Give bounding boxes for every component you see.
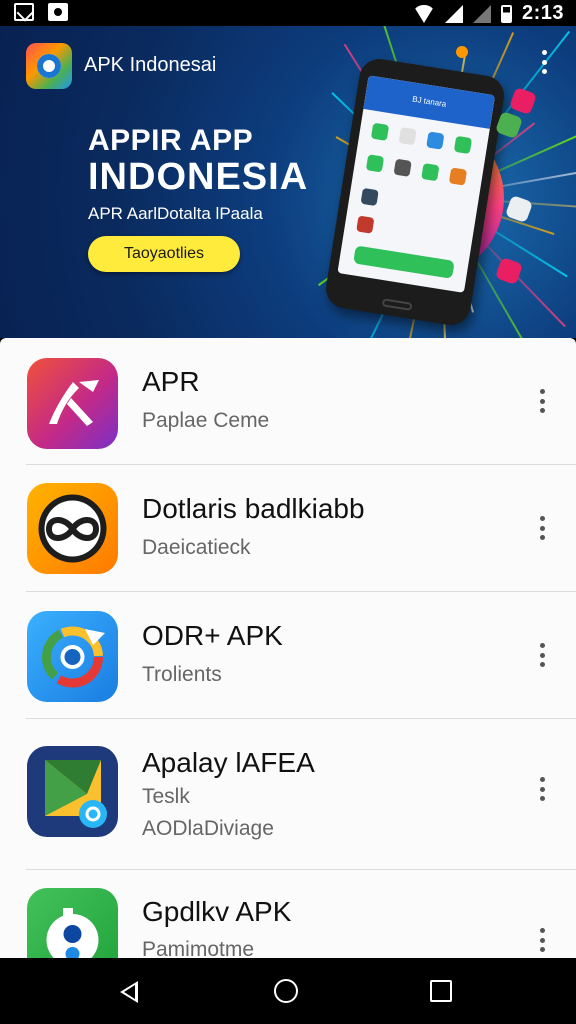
more-options-icon[interactable] (540, 389, 546, 413)
battery-icon (500, 4, 512, 23)
status-bar: 2:13 (0, 0, 576, 26)
app-title: ODR+ APK (142, 620, 283, 651)
list-item[interactable]: APR Paplae Ceme (0, 338, 576, 465)
navigation-bar (0, 958, 576, 1024)
mini-app-icon (426, 131, 445, 150)
app-list: APR Paplae Ceme Dotlaris badlkiabb Daeic… (0, 338, 576, 958)
app-subtitle-secondary: AODlaDiviage (142, 817, 274, 840)
green-app-icon (27, 888, 118, 958)
app-name: APK Indonesai (84, 54, 217, 76)
app-subtitle: Teslk (142, 785, 190, 808)
floating-app-icon (508, 86, 538, 116)
play-store-app-icon (27, 746, 118, 837)
mini-app-icon (448, 167, 468, 186)
notification-icon (14, 3, 34, 21)
banner-headline-line2: INDONESIA (88, 156, 309, 198)
list-item[interactable]: ODR+ APK Trolients (0, 592, 576, 719)
sparkle-icon (454, 44, 470, 60)
recents-icon[interactable] (430, 980, 452, 1002)
overflow-menu-icon[interactable] (542, 50, 548, 74)
app-logo-icon (26, 43, 72, 89)
phone-screen-title: BJ tanara (363, 75, 496, 129)
list-item[interactable]: Gpdlkv APK Pamimotme (0, 870, 576, 958)
signal-icon (444, 4, 463, 23)
phone-home-button (381, 298, 413, 311)
list-item[interactable]: Dotlaris badlkiabb Daeicatieck (0, 465, 576, 592)
signal-icon (472, 4, 491, 23)
app-subtitle: Paplae Ceme (142, 409, 270, 432)
infinity-app-icon (27, 483, 118, 574)
phone-app-icon (27, 358, 118, 449)
banner-subtitle: APR AarlDotalta lPaala (88, 204, 263, 223)
mini-app-icon (360, 187, 379, 207)
app-title: Apalay lAFEA (142, 747, 315, 778)
phone-screen: BJ tanara (337, 75, 496, 293)
home-icon[interactable] (274, 979, 298, 1003)
mini-app-icon (365, 154, 385, 173)
back-icon[interactable] (120, 981, 138, 1003)
more-options-icon[interactable] (540, 516, 546, 540)
notification-icon (48, 3, 68, 21)
status-clock: 2:13 (521, 2, 564, 24)
phone-illustration: BJ tanara (323, 56, 507, 328)
hero-banner: APK Indonesai APPIR APP INDONESIA APR Aa… (0, 26, 576, 338)
app-subtitle: Pamimotme (142, 938, 255, 958)
chrome-app-icon (27, 611, 118, 702)
app-title: APR (142, 366, 200, 397)
more-options-icon[interactable] (540, 928, 546, 952)
more-options-icon[interactable] (540, 643, 546, 667)
phone-screen-button (353, 245, 455, 279)
banner-headline-line1: APPIR APP (88, 124, 254, 157)
mini-app-icon (393, 158, 412, 177)
mini-app-icon (421, 162, 440, 182)
more-options-icon[interactable] (540, 777, 546, 801)
app-title: Gpdlkv APK (142, 896, 292, 927)
banner-cta-button[interactable]: Taoyaotlies (88, 236, 240, 272)
app-subtitle: Daeicatieck (142, 536, 251, 559)
app-title: Dotlaris badlkiabb (142, 493, 365, 524)
mini-app-icon (370, 122, 390, 141)
wifi-icon (412, 4, 435, 23)
app-subtitle: Trolients (142, 663, 222, 686)
mini-app-icon (356, 215, 375, 234)
mini-app-icon (453, 135, 473, 155)
list-item[interactable]: Apalay lAFEA Teslk AODlaDiviage (0, 719, 576, 870)
mini-app-icon (398, 127, 417, 146)
